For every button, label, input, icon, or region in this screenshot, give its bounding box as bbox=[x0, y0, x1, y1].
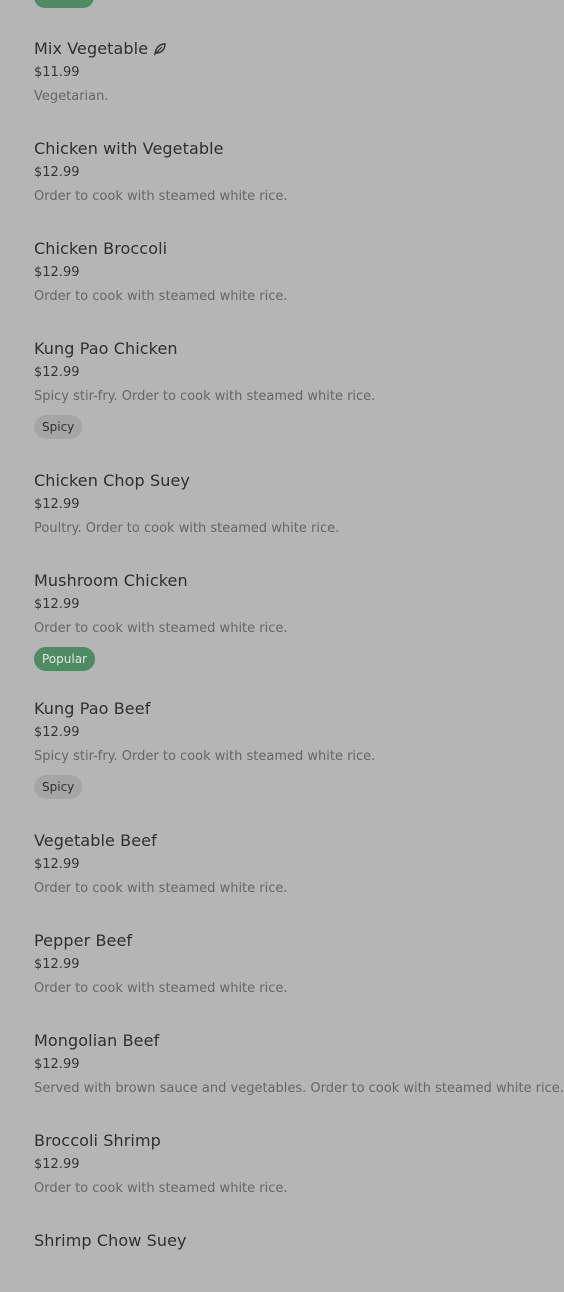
item-price: $12.99 bbox=[34, 957, 80, 972]
item-name: Kung Pao Chicken bbox=[34, 339, 178, 358]
menu-item-shrimp-chow-suey[interactable]: Shrimp Chow Suey bbox=[34, 1192, 554, 1292]
item-price: $12.99 bbox=[34, 857, 80, 872]
item-name: Shrimp Chow Suey bbox=[34, 1231, 187, 1250]
item-name-row: Mix Vegetable bbox=[34, 38, 554, 60]
leaf-icon bbox=[154, 43, 166, 56]
item-description: Order to cook with steamed white rice. bbox=[34, 621, 288, 636]
menu-item-mix-vegetable[interactable]: Mix Vegetable $11.99 Vegetarian. bbox=[34, 0, 554, 104]
menu-item-kung-pao-beef[interactable]: Kung Pao Beef $12.99 Spicy stir-fry. Ord… bbox=[34, 660, 554, 799]
item-name: Broccoli Shrimp bbox=[34, 1131, 161, 1150]
item-price: $12.99 bbox=[34, 265, 80, 280]
menu-item-broccoli-shrimp[interactable]: Broccoli Shrimp $12.99 Order to cook wit… bbox=[34, 1092, 554, 1196]
item-name: Mushroom Chicken bbox=[34, 571, 188, 590]
item-price: $12.99 bbox=[34, 597, 80, 612]
item-price: $12.99 bbox=[34, 165, 80, 180]
item-name: Chicken with Vegetable bbox=[34, 139, 224, 158]
item-description: Spicy stir-fry. Order to cook with steam… bbox=[34, 389, 376, 404]
menu-item-mushroom-chicken[interactable]: Mushroom Chicken $12.99 Order to cook wi… bbox=[34, 532, 554, 671]
menu-item-pepper-beef[interactable]: Pepper Beef $12.99 Order to cook with st… bbox=[34, 892, 554, 996]
item-description: Spicy stir-fry. Order to cook with steam… bbox=[34, 749, 376, 764]
item-name: Mix Vegetable bbox=[34, 39, 149, 58]
menu-item-chicken-with-vegetable[interactable]: Chicken with Vegetable $12.99 Order to c… bbox=[34, 100, 554, 204]
item-price: $12.99 bbox=[34, 365, 80, 380]
item-name: Vegetable Beef bbox=[34, 831, 157, 850]
menu-item-vegetable-beef[interactable]: Vegetable Beef $12.99 Order to cook with… bbox=[34, 792, 554, 896]
menu-item-chicken-chop-suey[interactable]: Chicken Chop Suey $12.99 Poultry. Order … bbox=[34, 432, 554, 536]
item-name: Kung Pao Beef bbox=[34, 699, 151, 718]
menu-item-mongolian-beef[interactable]: Mongolian Beef $12.99 Served with brown … bbox=[34, 992, 564, 1096]
item-name: Chicken Broccoli bbox=[34, 239, 168, 258]
item-name: Mongolian Beef bbox=[34, 1031, 160, 1050]
menu-item-chicken-broccoli[interactable]: Chicken Broccoli $12.99 Order to cook wi… bbox=[34, 200, 554, 304]
item-price: $12.99 bbox=[34, 725, 80, 740]
item-price: $12.99 bbox=[34, 1157, 80, 1172]
item-price: $11.99 bbox=[34, 65, 80, 80]
item-name: Pepper Beef bbox=[34, 931, 133, 950]
item-name: Chicken Chop Suey bbox=[34, 471, 190, 490]
item-price: $12.99 bbox=[34, 497, 80, 512]
item-price: $12.99 bbox=[34, 1057, 80, 1072]
menu-item-kung-pao-chicken[interactable]: Kung Pao Chicken $12.99 Spicy stir-fry. … bbox=[34, 300, 554, 439]
menu-list: Mix Vegetable $11.99 Vegetarian. Chicken… bbox=[34, 0, 564, 1292]
